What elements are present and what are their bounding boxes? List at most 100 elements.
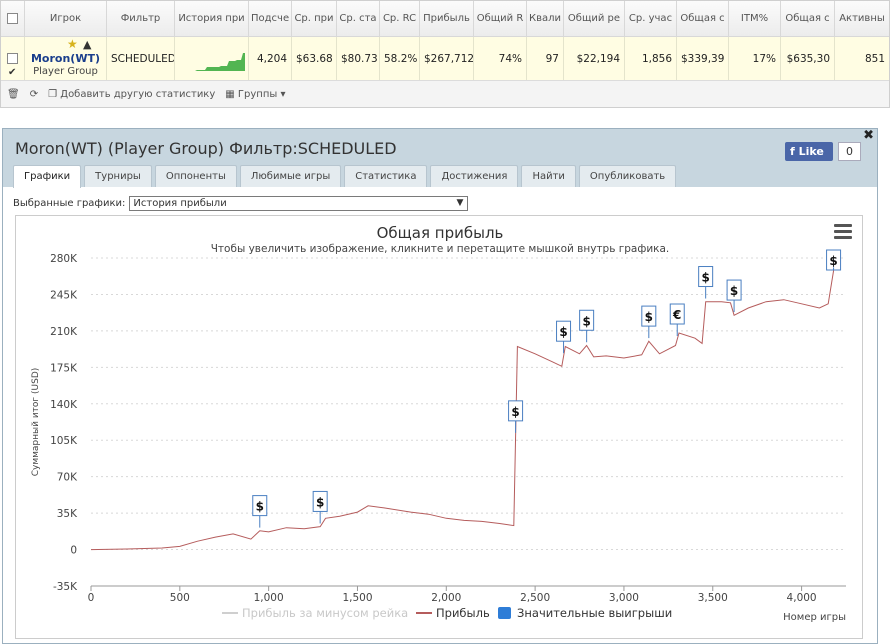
col-player[interactable]: Игрок (25, 1, 107, 36)
cell-count: 4,204 (249, 37, 292, 80)
cell-itm: 17% (729, 37, 781, 80)
player-panel: Moron(WT) (Player Group) Фильтр:SCHEDULE… (2, 128, 878, 644)
table-row[interactable]: ★ ▲ Moron(WT) Player Group SCHEDULED 4,2… (1, 37, 889, 81)
chart-subtitle: Чтобы увеличить изображение, кликните и … (211, 243, 670, 255)
chevron-down-icon: ▾ (277, 88, 286, 100)
row-checkbox-cell[interactable] (1, 37, 25, 80)
select-all-checkbox-cell[interactable] (1, 1, 25, 36)
filter-cell: SCHEDULED (107, 37, 175, 80)
chart-selector-row: Выбранные графики: История прибыли ▼ (13, 196, 469, 211)
cell-avg-entrants: 1,856 (625, 37, 677, 80)
col-avg-entrants[interactable]: Ср. учас (625, 1, 677, 36)
x-axis-label: Номер игры (783, 612, 846, 623)
x-tick-label: 4,000 (787, 592, 817, 604)
close-icon[interactable]: ✖ (863, 128, 874, 143)
col-total-stake[interactable]: Общая с (677, 1, 729, 36)
legend-wins-swatch (498, 607, 511, 619)
panel-tabs: Графики Турниры Оппоненты Любимые игры С… (13, 165, 677, 188)
col-avg-profit[interactable]: Ср. при (292, 1, 337, 36)
player-name[interactable]: Moron(WT) (29, 52, 102, 65)
cell-total-result: $22,194 (564, 37, 625, 80)
y-tick-label: 105K (50, 435, 78, 447)
x-tick-label: 0 (88, 592, 95, 604)
sparkline-area (179, 53, 245, 71)
like-count: 0 (838, 142, 861, 161)
window-icon: ❐ (48, 88, 61, 100)
x-tick-label: 500 (170, 592, 190, 604)
y-axis-label: Суммарный итог (USD) (31, 368, 41, 477)
cell-total-sum: $635,30 (781, 37, 835, 80)
col-count[interactable]: Подсче (249, 1, 292, 36)
y-tick-label: 35K (57, 508, 78, 520)
add-stat-label: Добавить другую статистику (60, 88, 216, 100)
chart-selector[interactable]: История прибыли ▼ (129, 196, 469, 211)
dropdown-arrow-icon: ▼ (456, 198, 464, 208)
x-tick-label: 3,000 (609, 592, 639, 604)
trash-icon[interactable]: 🗑 (7, 89, 20, 100)
facebook-like-button[interactable]: f Like (785, 142, 833, 161)
col-total-roi[interactable]: Общий R (474, 1, 527, 36)
chart-container[interactable]: Общая прибыль Чтобы увеличить изображение… (15, 215, 863, 639)
col-total-sum[interactable]: Общая с (781, 1, 835, 36)
col-history[interactable]: История при (175, 1, 249, 36)
grid-icon: ▦ (225, 88, 238, 100)
x-tick-label: 2,500 (520, 592, 550, 604)
big-win-symbol: $ (559, 325, 567, 339)
add-stat-link[interactable]: ❐ Добавить другую статистику (48, 89, 215, 100)
chart-selector-label: Выбранные графики: (13, 198, 126, 209)
x-tick-label: 1,500 (342, 592, 372, 604)
y-tick-label: 210K (50, 326, 78, 338)
col-avg-roi[interactable]: Ср. RC (380, 1, 420, 36)
select-all-checkbox[interactable] (7, 13, 18, 24)
chart-menu-icon[interactable] (834, 224, 852, 242)
y-tick-label: 70K (57, 472, 78, 484)
table-header: Игрок Фильтр История при Подсче Ср. при … (1, 1, 889, 37)
facebook-icon: f (790, 145, 799, 158)
star-icon: ★ (67, 37, 78, 51)
col-filter[interactable]: Фильтр (107, 1, 175, 36)
tab-statistics[interactable]: Статистика (344, 165, 428, 187)
big-win-symbol: $ (829, 254, 837, 268)
big-win-symbol: $ (256, 500, 264, 514)
col-avg-stake[interactable]: Ср. ста (337, 1, 380, 36)
tab-favorite-games[interactable]: Любимые игры (239, 165, 342, 187)
groups-menu[interactable]: ▦ Группы ▾ (225, 89, 285, 100)
x-tick-label: 3,500 (698, 592, 728, 604)
big-win-symbol: $ (645, 310, 653, 324)
col-total-result[interactable]: Общий ре (564, 1, 625, 36)
tab-publish[interactable]: Опубликовать (578, 165, 677, 187)
cell-avg-profit: $63.68 (292, 37, 337, 80)
profit-series-line (90, 270, 835, 551)
like-label: Like (798, 145, 824, 158)
tab-find[interactable]: Найти (521, 165, 576, 187)
refresh-icon[interactable]: ⟳ (30, 89, 38, 100)
col-active[interactable]: Активны (835, 1, 889, 36)
tab-tournaments[interactable]: Турниры (84, 165, 152, 187)
cell-avg-stake: $80.73 (337, 37, 380, 80)
tab-charts[interactable]: Графики (13, 165, 82, 188)
tab-opponents[interactable]: Оппоненты (154, 165, 237, 187)
cell-active: 851 (864, 53, 885, 65)
stats-table: Игрок Фильтр История при Подсче Ср. при … (0, 0, 890, 108)
panel-title: Moron(WT) (Player Group) Фильтр:SCHEDULE… (15, 139, 397, 158)
profit-chart[interactable]: Общая прибыльЧтобы увеличить изображение… (16, 216, 864, 640)
col-qualified[interactable]: Квали (527, 1, 564, 36)
player-group: Player Group (33, 66, 98, 77)
row-checkbox[interactable] (7, 51, 18, 80)
legend-rake-label: Прибыль за минусом рейка (242, 606, 408, 620)
chart-title: Общая прибыль (377, 224, 504, 242)
table-toolbar: 🗑 ⟳ ❐ Добавить другую статистику ▦ Групп… (1, 81, 889, 107)
legend-wins-label: Значительные выигрыши (517, 606, 672, 620)
y-tick-label: 245K (50, 289, 78, 301)
tab-achievements[interactable]: Достижения (430, 165, 519, 187)
legend-profit-label: Прибыль (436, 606, 490, 620)
cell-qualified: 97 (527, 37, 564, 80)
col-profit[interactable]: Прибыль (420, 1, 474, 36)
x-tick-label: 1,000 (254, 592, 284, 604)
cell-avg-roi: 58.2% (380, 37, 420, 80)
big-win-symbol: $ (701, 271, 709, 285)
col-itm[interactable]: ITM% (729, 1, 781, 36)
player-cell[interactable]: ★ ▲ Moron(WT) Player Group (25, 37, 107, 80)
history-sparkline (175, 37, 249, 80)
wizard-hat-icon: ▲ (83, 38, 92, 51)
